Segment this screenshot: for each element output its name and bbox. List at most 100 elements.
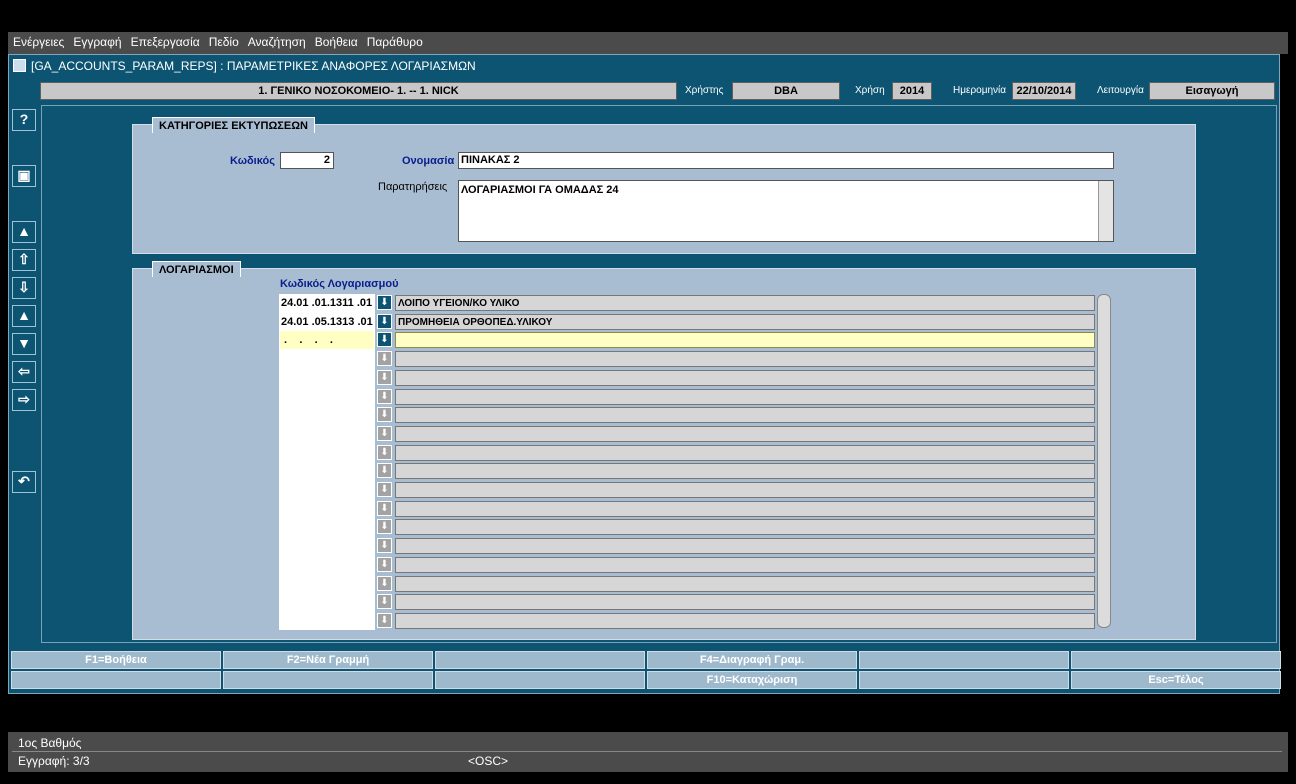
lov-arrow-icon[interactable]: ⬇ — [377, 594, 392, 610]
function-key-button[interactable] — [223, 671, 433, 689]
lov-arrow-icon[interactable]: ⬇ — [377, 332, 392, 348]
record-indicator: Εγγραφή: 3/3 — [18, 754, 90, 768]
account-description-cell[interactable] — [395, 407, 1095, 424]
function-key-button[interactable]: F10=Καταχώριση — [647, 671, 857, 689]
lov-arrow-icon[interactable]: ⬇ — [377, 519, 392, 535]
account-description-cell[interactable] — [395, 351, 1095, 368]
account-description-cell[interactable] — [395, 425, 1095, 442]
function-key-button[interactable] — [435, 671, 645, 689]
account-code-cell[interactable] — [280, 424, 374, 443]
code-field[interactable]: 2 — [280, 152, 334, 169]
account-description-cell[interactable]: ΠΡΟΜΗΘΕΙΑ ΟΡΘΟΠΕΔ.ΥΛΙΚΟΥ — [395, 313, 1095, 330]
lov-arrow-icon[interactable]: ⬇ — [377, 313, 392, 329]
account-code-cell[interactable] — [280, 555, 374, 574]
form-window: [GA_ACCOUNTS_PARAM_REPS] : ΠΑΡΑΜΕΤΡΙΚΕΣ … — [8, 54, 1281, 694]
account-description-cell[interactable] — [395, 500, 1095, 517]
account-description-cell[interactable] — [395, 482, 1095, 498]
account-code-cell[interactable]: 24.01 .01.1311 .01 — [280, 294, 374, 312]
first-record-icon[interactable]: ⇧ — [12, 249, 36, 271]
function-key-button[interactable]: F4=Διαγραφή Γραμ. — [647, 651, 857, 669]
lov-arrow-icon[interactable]: ⬇ — [377, 538, 392, 554]
function-key-button[interactable] — [11, 671, 221, 689]
user-field: DBA — [732, 82, 840, 100]
lov-arrow-icon[interactable]: ⬇ — [377, 388, 392, 404]
account-code-cell[interactable] — [280, 406, 374, 425]
lov-arrow-icon[interactable]: ⬇ — [377, 556, 392, 572]
account-description-cell[interactable] — [395, 463, 1095, 480]
delete-icon[interactable]: ▲ — [12, 221, 36, 243]
account-description-cell[interactable] — [395, 594, 1095, 611]
lov-arrow-icon[interactable]: ⬇ — [377, 482, 392, 497]
lov-arrow-icon[interactable]: ⬇ — [377, 463, 392, 479]
lov-arrow-icon[interactable]: ⬇ — [377, 575, 392, 591]
menu-help[interactable]: Βοήθεια — [310, 32, 362, 49]
lov-arrow-icon[interactable]: ⬇ — [377, 500, 392, 516]
account-code-cell[interactable]: . . . . — [280, 331, 374, 350]
menu-actions[interactable]: Ενέργειες — [8, 32, 68, 49]
function-key-button[interactable] — [859, 651, 1069, 669]
function-key-button[interactable] — [435, 651, 645, 669]
menu-window[interactable]: Παράθυρο — [362, 32, 427, 49]
mode-field: Εισαγωγή — [1149, 82, 1275, 100]
menu-field[interactable]: Πεδίο — [204, 32, 243, 49]
function-key-button[interactable] — [1071, 651, 1281, 669]
code-label: Κωδικός — [230, 155, 275, 167]
notes-field[interactable]: ΛΟΓΑΡΙΑΣΜΟΙ ΓΑ ΟΜΑΔΑΣ 24 — [458, 180, 1114, 242]
window-titlebar: [GA_ACCOUNTS_PARAM_REPS] : ΠΑΡΑΜΕΤΡΙΚΕΣ … — [9, 55, 1279, 77]
next-record-icon[interactable]: ▼ — [12, 333, 36, 355]
lov-arrow-icon[interactable]: ⬇ — [377, 351, 392, 367]
account-description-cell[interactable] — [395, 519, 1095, 536]
function-key-button[interactable]: Esc=Τέλος — [1071, 671, 1281, 689]
account-description-cell[interactable] — [395, 369, 1095, 386]
account-code-cell[interactable] — [280, 611, 374, 630]
function-key-button[interactable]: F2=Νέα Γραμμή — [223, 651, 433, 669]
account-code-cell[interactable] — [280, 537, 374, 556]
previous-block-icon[interactable]: ⇦ — [12, 361, 36, 383]
account-description-cell[interactable] — [395, 556, 1095, 573]
function-key-button[interactable]: F1=Βοήθεια — [11, 651, 221, 669]
account-code-cell[interactable] — [280, 593, 374, 612]
last-record-icon[interactable]: ⇩ — [12, 277, 36, 299]
help-icon[interactable]: ? — [12, 109, 36, 131]
account-code-cell[interactable] — [280, 462, 374, 481]
lov-arrow-icon[interactable]: ⬇ — [377, 444, 392, 460]
account-code-cell[interactable]: 24.01 .05.1313 .01 — [280, 312, 374, 331]
menu-edit[interactable]: Επεξεργασία — [126, 32, 204, 49]
account-code-cell[interactable] — [280, 443, 374, 462]
date-field: 22/10/2014 — [1012, 82, 1076, 100]
lov-arrow-icon[interactable]: ⬇ — [377, 407, 392, 423]
next-block-icon[interactable]: ⇨ — [12, 389, 36, 411]
account-code-cell[interactable] — [280, 518, 374, 537]
account-code-cell[interactable] — [280, 350, 374, 369]
save-icon[interactable]: ▣ — [12, 165, 36, 187]
menu-record[interactable]: Εγγραφή — [68, 32, 125, 49]
name-field[interactable]: ΠΙΝΑΚΑΣ 2 — [458, 152, 1114, 169]
lov-arrow-icon[interactable]: ⬇ — [377, 369, 392, 385]
lov-arrow-icon[interactable]: ⬇ — [377, 612, 392, 628]
lov-arrow-icon[interactable]: ⬇ — [377, 295, 392, 310]
notes-scrollbar[interactable] — [1098, 181, 1113, 241]
account-description-cell[interactable] — [395, 575, 1095, 592]
categories-panel-title: ΚΑΤΗΓΟΡΙΕΣ ΕΚΤΥΠΩΣΕΩΝ — [152, 117, 315, 133]
window-title: [GA_ACCOUNTS_PARAM_REPS] : ΠΑΡΑΜΕΤΡΙΚΕΣ … — [31, 59, 476, 73]
previous-record-icon[interactable]: ▲ — [12, 305, 36, 327]
function-key-button[interactable] — [859, 671, 1069, 689]
account-code-cell[interactable] — [280, 387, 374, 406]
lov-arrow-icon[interactable]: ⬇ — [377, 425, 392, 441]
account-description-cell[interactable] — [395, 612, 1095, 629]
account-description-cell[interactable] — [395, 444, 1095, 461]
account-code-cell[interactable] — [280, 481, 374, 499]
menu-search[interactable]: Αναζήτηση — [243, 32, 310, 49]
account-code-cell[interactable] — [280, 499, 374, 518]
account-code-cell[interactable] — [280, 368, 374, 387]
account-description-cell[interactable] — [395, 388, 1095, 405]
account-description-cell[interactable] — [395, 332, 1095, 349]
account-code-cell[interactable] — [280, 574, 374, 593]
account-description-cell[interactable]: ΛΟΙΠΟ ΥΓΕΙΟΝ/ΚΟ ΥΛΙΚΟ — [395, 295, 1095, 311]
year-label: Χρήση — [855, 85, 885, 96]
accounts-scrollbar[interactable] — [1097, 294, 1111, 628]
user-label: Χρήστης — [685, 85, 724, 96]
account-description-cell[interactable] — [395, 538, 1095, 555]
notes-label: Παρατηρήσεις — [378, 181, 448, 193]
exit-icon[interactable]: ↶ — [12, 471, 36, 493]
